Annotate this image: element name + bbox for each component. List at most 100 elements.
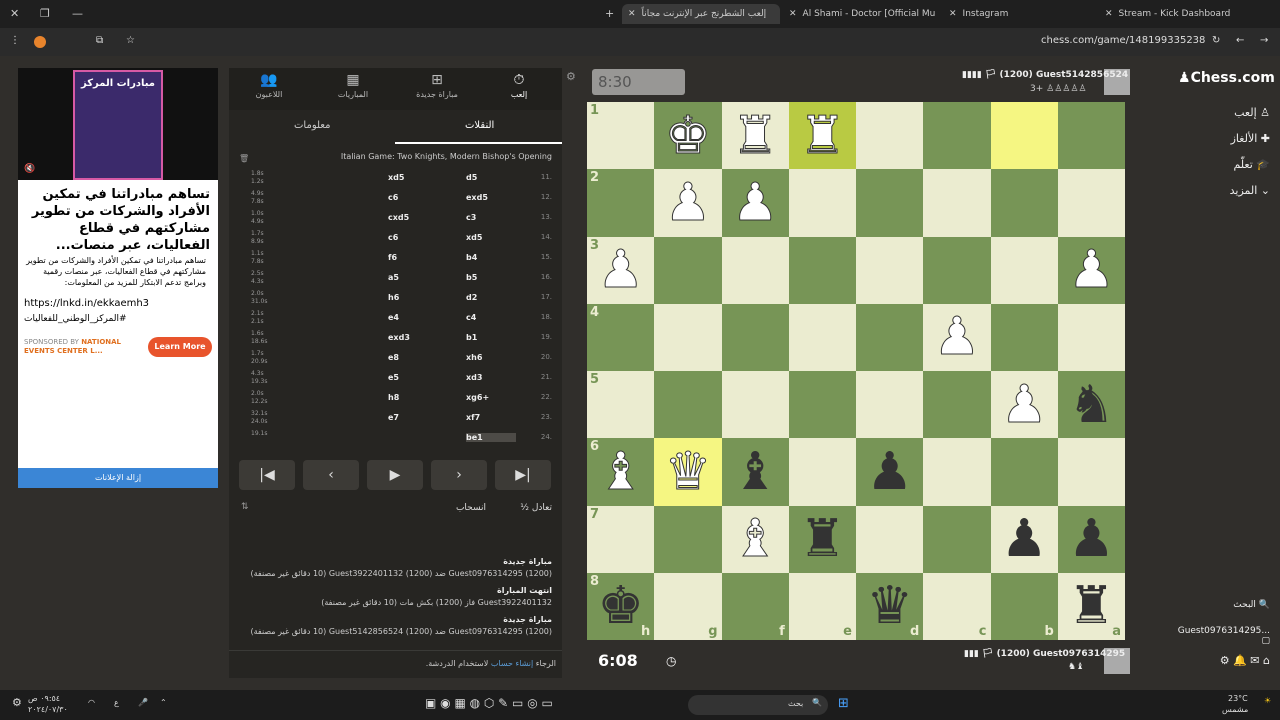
home-icon[interactable]: ⌂ <box>1263 654 1270 667</box>
white-move[interactable]: d5 <box>466 173 516 182</box>
ad-title[interactable]: تساهم مبادراتنا في تمكين الأفراد والشركا… <box>22 186 210 254</box>
tab-youtube[interactable]: ✕ Al Shami - Doctor [Official Mu <box>785 4 935 24</box>
square-f6[interactable]: ♝ <box>721 438 789 506</box>
square-d7[interactable] <box>856 505 924 573</box>
square-h7[interactable]: 7 <box>587 505 655 573</box>
ad-image[interactable]: مبادرات المركز 🔇 <box>18 68 218 180</box>
square-e2[interactable] <box>788 169 856 237</box>
taskbar-search[interactable] <box>688 695 828 715</box>
menu-icon[interactable]: ⋮ <box>10 35 20 46</box>
square-b4[interactable] <box>990 303 1058 371</box>
square-b8[interactable]: b <box>990 572 1058 640</box>
black-move[interactable]: xd5 <box>388 173 438 182</box>
square-e7[interactable]: ♜ <box>788 505 856 573</box>
white-pawn-icon[interactable]: ♟ <box>597 244 645 297</box>
next-move-button[interactable]: › <box>431 460 487 490</box>
resign-button[interactable]: انسحاب <box>456 503 486 513</box>
square-d1[interactable] <box>856 102 924 170</box>
square-a7[interactable]: ♟ <box>1057 505 1125 573</box>
black-king-icon[interactable]: ♚ <box>597 580 644 632</box>
square-c5[interactable] <box>923 371 991 439</box>
square-a1[interactable] <box>1057 102 1125 170</box>
mail-icon[interactable]: ✉ <box>1250 654 1259 667</box>
square-d5[interactable] <box>856 371 924 439</box>
settings-icon[interactable]: ⚙ <box>12 696 22 709</box>
square-g8[interactable]: g <box>654 572 722 640</box>
square-d6[interactable]: ♟ <box>856 438 924 506</box>
square-d4[interactable] <box>856 303 924 371</box>
white-king-icon[interactable]: ♚ <box>664 109 712 162</box>
side-nav-puzzles[interactable]: الألغاز ✚ <box>1231 132 1270 145</box>
square-c8[interactable]: c <box>923 572 991 640</box>
black-move[interactable]: cxd5 <box>388 213 438 222</box>
windows-start-icon[interactable]: ⊞ <box>838 696 849 711</box>
white-rook-icon[interactable]: ♜ <box>799 109 847 162</box>
side-nav-learn[interactable]: تعلّم 🎓 <box>1233 158 1270 171</box>
white-move[interactable]: xd3 <box>466 373 516 382</box>
bell-icon[interactable]: 🔔 <box>1233 654 1247 667</box>
side-nav-play[interactable]: إلعب ♙ <box>1234 106 1270 119</box>
chess-logo[interactable]: ♟Chess.com <box>1178 70 1275 86</box>
black-move[interactable]: h8 <box>388 393 438 402</box>
top-player[interactable]: ▮▮▮▮ 🏳 (1200) Guest5142856524 <box>962 70 1128 80</box>
white-move[interactable]: xd5 <box>466 233 516 242</box>
square-h4[interactable]: 4 <box>587 303 655 371</box>
square-h3[interactable]: ♟ 3 <box>587 236 655 304</box>
tab-moves[interactable]: النقلات <box>465 120 494 131</box>
taskbar-date[interactable]: ٢٠٢٤/٠٧/٣٠ <box>28 705 68 714</box>
white-pawn-icon[interactable]: ♟ <box>933 311 981 364</box>
extensions-icon[interactable]: ⧉ <box>96 35 103 46</box>
square-a6[interactable] <box>1057 438 1125 506</box>
square-g1[interactable]: ♚ <box>654 102 722 170</box>
square-e5[interactable] <box>788 371 856 439</box>
square-g5[interactable] <box>654 371 722 439</box>
tab-info[interactable]: معلومات <box>294 120 330 131</box>
close-tab-icon[interactable]: ✕ <box>949 9 957 19</box>
square-e3[interactable] <box>788 236 856 304</box>
square-g4[interactable] <box>654 303 722 371</box>
black-move[interactable]: f6 <box>388 253 438 262</box>
language-indicator[interactable]: ع <box>114 698 119 707</box>
white-move[interactable]: exd5 <box>466 193 516 202</box>
square-f8[interactable]: f <box>721 572 789 640</box>
square-b1[interactable] <box>990 102 1058 170</box>
nav-new-game[interactable]: ⊞ مباراة جديدة <box>397 70 477 110</box>
white-move[interactable]: b1 <box>466 333 516 342</box>
black-move[interactable]: c6 <box>388 233 438 242</box>
black-pawn-icon[interactable]: ♟ <box>1068 513 1115 565</box>
close-tab-icon[interactable]: ✕ <box>789 9 797 19</box>
black-move[interactable]: c6 <box>388 193 438 202</box>
black-move[interactable]: a5 <box>388 273 438 282</box>
tab-instagram[interactable]: ✕ Instagram <box>945 4 1095 24</box>
square-h6[interactable]: ♝ 6 <box>587 438 655 506</box>
first-move-button[interactable]: |◀ <box>239 460 295 490</box>
create-account-link[interactable]: إنشاء حساب <box>491 659 533 668</box>
side-user[interactable]: Guest0976314295... ▢ <box>1168 626 1270 646</box>
gear-icon[interactable]: ⚙ <box>1220 654 1230 667</box>
close-tab-icon[interactable]: ✕ <box>628 9 636 19</box>
black-pawn-icon[interactable]: ♟ <box>1001 513 1048 565</box>
nav-play[interactable]: ⏱ إلعب <box>479 70 559 110</box>
white-move[interactable]: d2 <box>466 293 516 302</box>
square-c3[interactable] <box>923 236 991 304</box>
square-f4[interactable] <box>721 303 789 371</box>
black-move[interactable]: e5 <box>388 373 438 382</box>
white-pawn-icon[interactable]: ♟ <box>1068 244 1116 297</box>
black-bishop-icon[interactable]: ♝ <box>732 446 779 498</box>
white-bishop-icon[interactable]: ♝ <box>597 445 645 498</box>
weather-temp[interactable]: 23°C <box>1228 694 1248 703</box>
square-f5[interactable] <box>721 371 789 439</box>
flip-board-icon[interactable]: ⇅ <box>241 502 249 512</box>
square-e4[interactable] <box>788 303 856 371</box>
nav-players[interactable]: 👥 اللاعبون <box>229 70 309 110</box>
white-move[interactable]: xh6 <box>466 353 516 362</box>
learn-more-button[interactable]: Learn More <box>148 337 212 357</box>
black-rook-icon[interactable]: ♜ <box>799 513 846 565</box>
square-g6[interactable]: ♛ <box>654 438 722 506</box>
close-tab-icon[interactable]: ✕ <box>1105 9 1113 19</box>
board-settings-icon[interactable]: ⚙ <box>566 70 576 83</box>
extension-icon[interactable] <box>34 36 46 48</box>
square-d8[interactable]: ♛ d <box>856 572 924 640</box>
draw-button[interactable]: ½ تعادل <box>520 503 552 513</box>
square-d2[interactable] <box>856 169 924 237</box>
